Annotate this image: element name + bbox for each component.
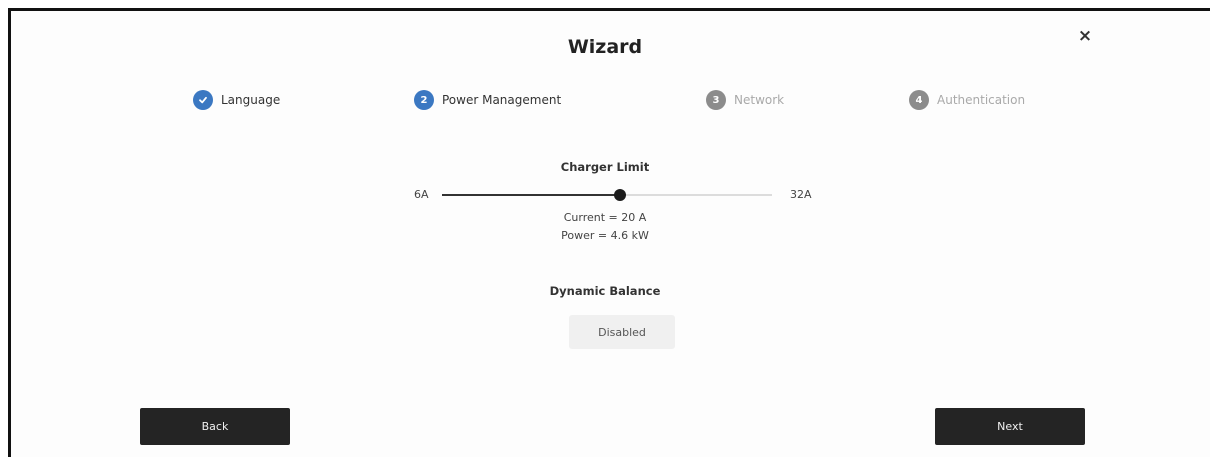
back-button[interactable]: Back [140, 408, 290, 445]
slider-fill [442, 194, 620, 196]
close-icon[interactable]: × [1075, 26, 1095, 46]
check-icon [193, 90, 213, 110]
slider-thumb[interactable] [613, 189, 626, 201]
wizard-title: Wizard [567, 36, 643, 58]
step-number: 3 [706, 90, 726, 110]
step-label: Authentication [937, 93, 1026, 107]
charger-limit-slider[interactable] [442, 189, 772, 201]
slider-max-label: 32A [790, 188, 812, 201]
step-authentication[interactable]: 4 Authentication [909, 90, 1025, 110]
step-number: 4 [909, 90, 929, 110]
power-readout: Power = 4.6 kW [561, 229, 649, 242]
slider-min-label: 6A [414, 188, 429, 201]
step-network[interactable]: 3 Network [706, 90, 784, 110]
charger-limit-title: Charger Limit [560, 160, 650, 174]
step-language[interactable]: Language [193, 90, 280, 110]
step-label: Network [734, 93, 785, 107]
current-readout: Current = 20 A [563, 211, 647, 224]
next-button[interactable]: Next [935, 408, 1085, 445]
dynamic-balance-toggle[interactable]: Disabled [569, 315, 675, 349]
step-label: Language [221, 93, 281, 107]
step-power-management[interactable]: 2 Power Management [414, 90, 561, 110]
dynamic-balance-title: Dynamic Balance [549, 284, 661, 298]
step-label: Power Management [442, 93, 562, 107]
step-number: 2 [414, 90, 434, 110]
